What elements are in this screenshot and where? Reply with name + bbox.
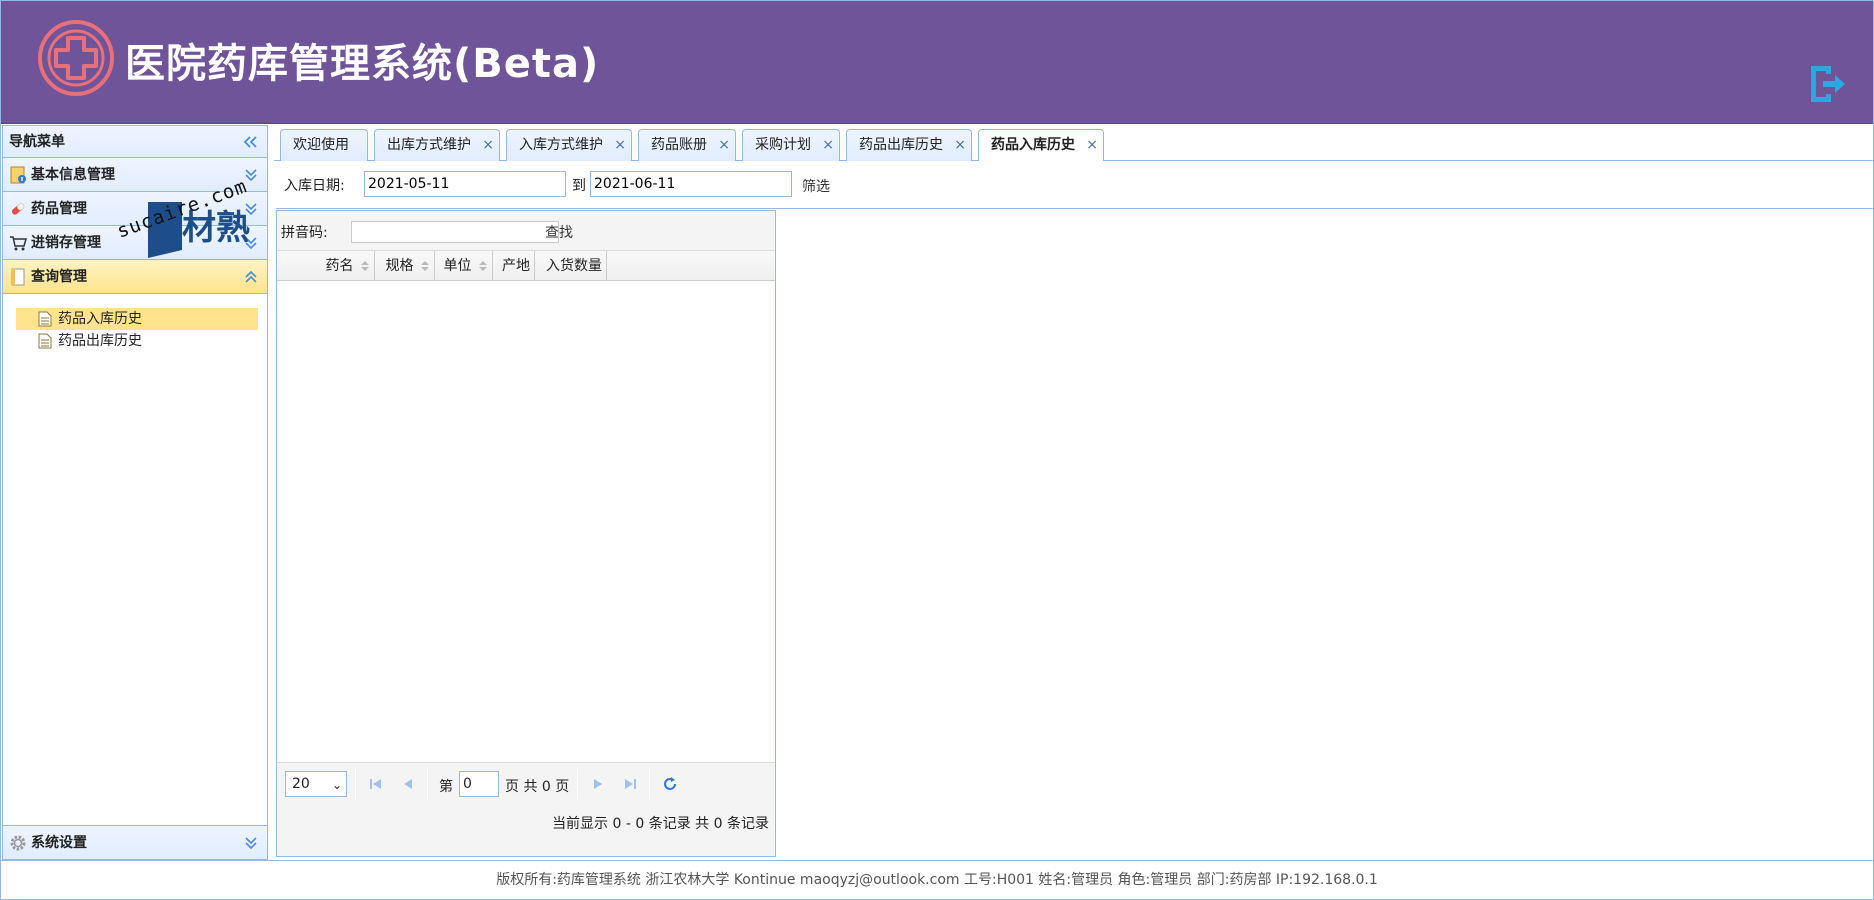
to-label: 到 xyxy=(572,178,586,194)
record-summary: 当前显示 0 - 0 条记录 共 0 条记录 xyxy=(552,816,769,832)
sidebar-section-label: 基本信息管理 xyxy=(31,167,115,183)
sidebar-section-label: 查询管理 xyxy=(31,269,87,285)
column-header-spec[interactable]: 规格 xyxy=(375,251,435,281)
inbound-history-grid: 拼音码: 查找 药名 规格 单位 产地 入货数量 20 ⌄ 第 0 页 共 0 … xyxy=(276,210,776,857)
hospital-cross-icon xyxy=(38,20,114,96)
column-header-origin[interactable]: 产地 xyxy=(493,251,535,281)
tab-label: 欢迎使用 xyxy=(293,137,349,153)
prev-page-icon[interactable] xyxy=(399,775,417,793)
page-prefix: 第 xyxy=(439,779,453,795)
pinyin-search-input[interactable] xyxy=(351,221,559,243)
tab-label: 入库方式维护 xyxy=(519,137,603,153)
tab-outbound-method[interactable]: 出库方式维护 × xyxy=(374,129,500,161)
column-header-quantity[interactable]: 入货数量 xyxy=(535,251,607,281)
next-page-icon[interactable] xyxy=(589,775,607,793)
column-label: 产地 xyxy=(502,258,530,274)
gear-icon xyxy=(10,835,26,851)
cart-icon xyxy=(10,236,27,251)
column-header-unit[interactable]: 单位 xyxy=(435,251,493,281)
expand-down-icon xyxy=(245,837,257,850)
page-size-value: 20 xyxy=(292,776,310,792)
chevron-down-icon: ⌄ xyxy=(331,778,342,792)
column-label: 入货数量 xyxy=(546,258,602,274)
logout-icon[interactable] xyxy=(1807,63,1847,105)
tab-drug-outbound-history[interactable]: 药品出库历史 × xyxy=(846,129,972,161)
pager-separator xyxy=(649,769,650,799)
sidebar-item-drug-inbound-history[interactable]: 药品入库历史 xyxy=(16,308,258,330)
tab-drug-inbound-history[interactable]: 药品入库历史 × xyxy=(978,129,1104,162)
expand-up-icon xyxy=(245,270,257,283)
tab-label: 药品账册 xyxy=(651,137,707,153)
close-icon[interactable]: × xyxy=(614,130,626,160)
app-title: 医院药库管理系统(Beta) xyxy=(125,41,600,87)
tab-drug-ledger[interactable]: 药品账册 × xyxy=(638,129,736,161)
close-icon[interactable]: × xyxy=(1086,130,1098,160)
footer: 版权所有:药库管理系统 浙江农林大学 Kontinue maoqyzj@outl… xyxy=(0,860,1874,900)
page-number-input[interactable]: 0 xyxy=(459,771,499,797)
sort-icon xyxy=(479,261,487,271)
document-icon xyxy=(11,268,25,286)
close-icon[interactable]: × xyxy=(822,130,834,160)
column-label: 药名 xyxy=(325,258,354,274)
pill-icon xyxy=(11,203,25,215)
expand-down-icon xyxy=(245,169,257,182)
sidebar-header: 导航菜单 xyxy=(3,126,267,158)
sidebar-section-system-settings[interactable]: 系统设置 xyxy=(3,825,267,859)
file-icon xyxy=(38,333,52,349)
column-label: 单位 xyxy=(443,258,472,274)
close-icon[interactable]: × xyxy=(482,130,494,160)
grid-body xyxy=(277,281,775,762)
file-icon xyxy=(38,311,52,327)
query-section-body: 药品入库历史 药品出库历史 xyxy=(3,294,267,811)
app-header: 医院药库管理系统(Beta) xyxy=(0,0,1874,124)
tab-label: 药品入库历史 xyxy=(991,137,1075,153)
pinyin-label: 拼音码: xyxy=(281,225,328,241)
page-size-select[interactable]: 20 ⌄ xyxy=(285,771,347,797)
sort-icon xyxy=(421,261,429,271)
close-icon[interactable]: × xyxy=(954,130,966,160)
grid-header: 药名 规格 单位 产地 入货数量 xyxy=(277,251,775,281)
collapse-left-icon[interactable] xyxy=(241,126,259,158)
filter-button[interactable]: 筛选 xyxy=(802,176,830,196)
start-date-input[interactable] xyxy=(364,171,566,197)
column-header-name[interactable]: 药名 xyxy=(277,251,375,281)
page-suffix: 页 共 0 页 xyxy=(505,779,570,795)
end-date-input[interactable] xyxy=(590,171,792,197)
date-filter-bar: 入库日期: 到 筛选 xyxy=(276,161,1874,209)
refresh-icon[interactable] xyxy=(661,775,679,793)
date-label: 入库日期: xyxy=(284,178,345,194)
sidebar-section-label: 进销存管理 xyxy=(31,235,101,251)
column-label: 规格 xyxy=(385,258,414,274)
sidebar-item-drug-outbound-history[interactable]: 药品出库历史 xyxy=(16,330,258,352)
tab-label: 出库方式维护 xyxy=(387,137,471,153)
sort-icon xyxy=(361,261,369,271)
close-icon[interactable]: × xyxy=(718,130,730,160)
main-panel: 欢迎使用 出库方式维护 × 入库方式维护 × 药品账册 × 采购计划 × 药品出… xyxy=(274,125,1874,860)
pager-separator xyxy=(355,769,356,799)
sidebar-section-label: 药品管理 xyxy=(31,201,87,217)
info-folder-icon xyxy=(10,166,26,184)
grid-toolbar: 拼音码: 查找 xyxy=(277,211,775,251)
first-page-icon[interactable] xyxy=(367,775,385,793)
tree-item-label: 药品出库历史 xyxy=(58,333,142,349)
tab-purchase-plan[interactable]: 采购计划 × xyxy=(742,129,840,161)
sidebar-section-label: 系统设置 xyxy=(31,835,87,851)
last-page-icon[interactable] xyxy=(621,775,639,793)
sidebar-title: 导航菜单 xyxy=(9,134,65,150)
tree-item-label: 药品入库历史 xyxy=(58,311,142,327)
search-button[interactable]: 查找 xyxy=(545,222,573,242)
tab-bar: 欢迎使用 出库方式维护 × 入库方式维护 × 药品账册 × 采购计划 × 药品出… xyxy=(274,125,1874,162)
tab-inbound-method[interactable]: 入库方式维护 × xyxy=(506,129,632,161)
sidebar-section-query[interactable]: 查询管理 xyxy=(3,260,267,294)
tab-welcome[interactable]: 欢迎使用 xyxy=(280,129,368,161)
pagination-bar: 20 ⌄ 第 0 页 共 0 页 当前显示 0 - 0 条记录 共 0 条记录 xyxy=(277,762,775,856)
pager-separator xyxy=(427,769,428,799)
tab-label: 采购计划 xyxy=(755,137,811,153)
pager-separator xyxy=(577,769,578,799)
tab-label: 药品出库历史 xyxy=(859,137,943,153)
